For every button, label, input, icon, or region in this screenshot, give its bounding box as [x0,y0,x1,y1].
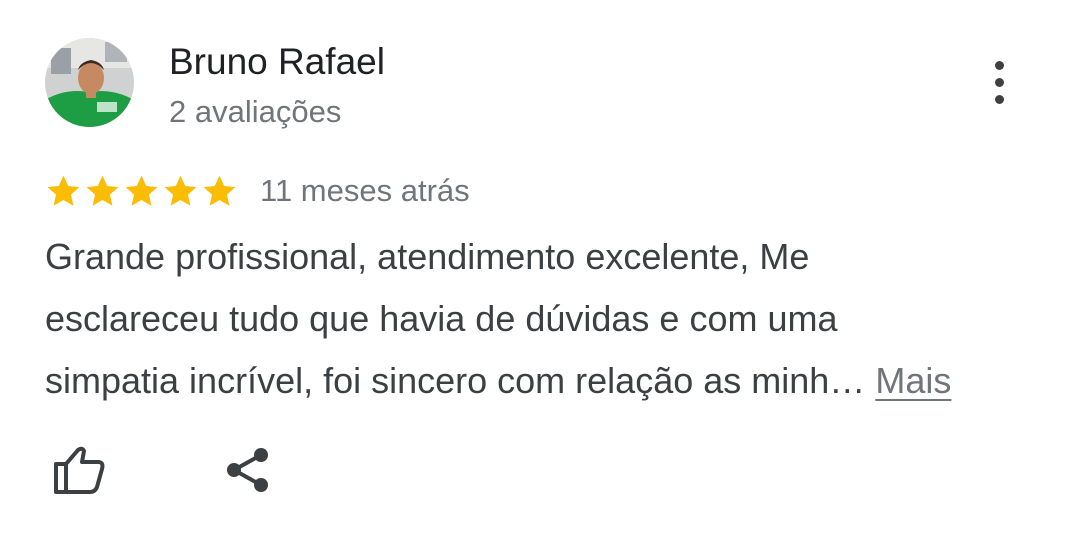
more-options-button[interactable] [978,58,1024,108]
review-date: 11 meses atrás [260,173,470,208]
author-name[interactable]: Bruno Rafael [169,40,385,84]
review-text: Grande profissional, atendimento excelen… [45,226,1055,412]
read-more-link[interactable]: Mais [875,360,951,401]
star-icon [203,175,236,206]
star-icon [164,175,197,206]
more-vert-icon-dot [995,78,1004,87]
review-text-line: esclareceu tudo que havia de dúvidas e c… [45,298,838,339]
share-button[interactable] [224,444,272,496]
more-vert-icon-dot [995,95,1004,104]
review-text-line-content: simpatia incrível, foi sincero com relaç… [45,360,866,401]
review-text-line: Grande profissional, atendimento excelen… [45,236,810,277]
more-vert-icon [995,61,1004,70]
star-icon [86,175,119,206]
share-icon [227,448,268,492]
star-icon [125,175,158,206]
author-review-count: 2 avaliações [169,94,342,129]
like-button[interactable] [52,444,108,496]
review-card: Bruno Rafael 2 avaliações 11 meses atrás… [0,0,1080,546]
review-text-line: simpatia incrível, foi sincero com relaç… [45,350,1055,412]
author-avatar[interactable] [45,38,134,127]
thumbs-up-icon [54,446,105,494]
avatar-photo-icon [45,38,134,127]
star-icon [47,175,80,206]
star-rating [44,172,239,212]
